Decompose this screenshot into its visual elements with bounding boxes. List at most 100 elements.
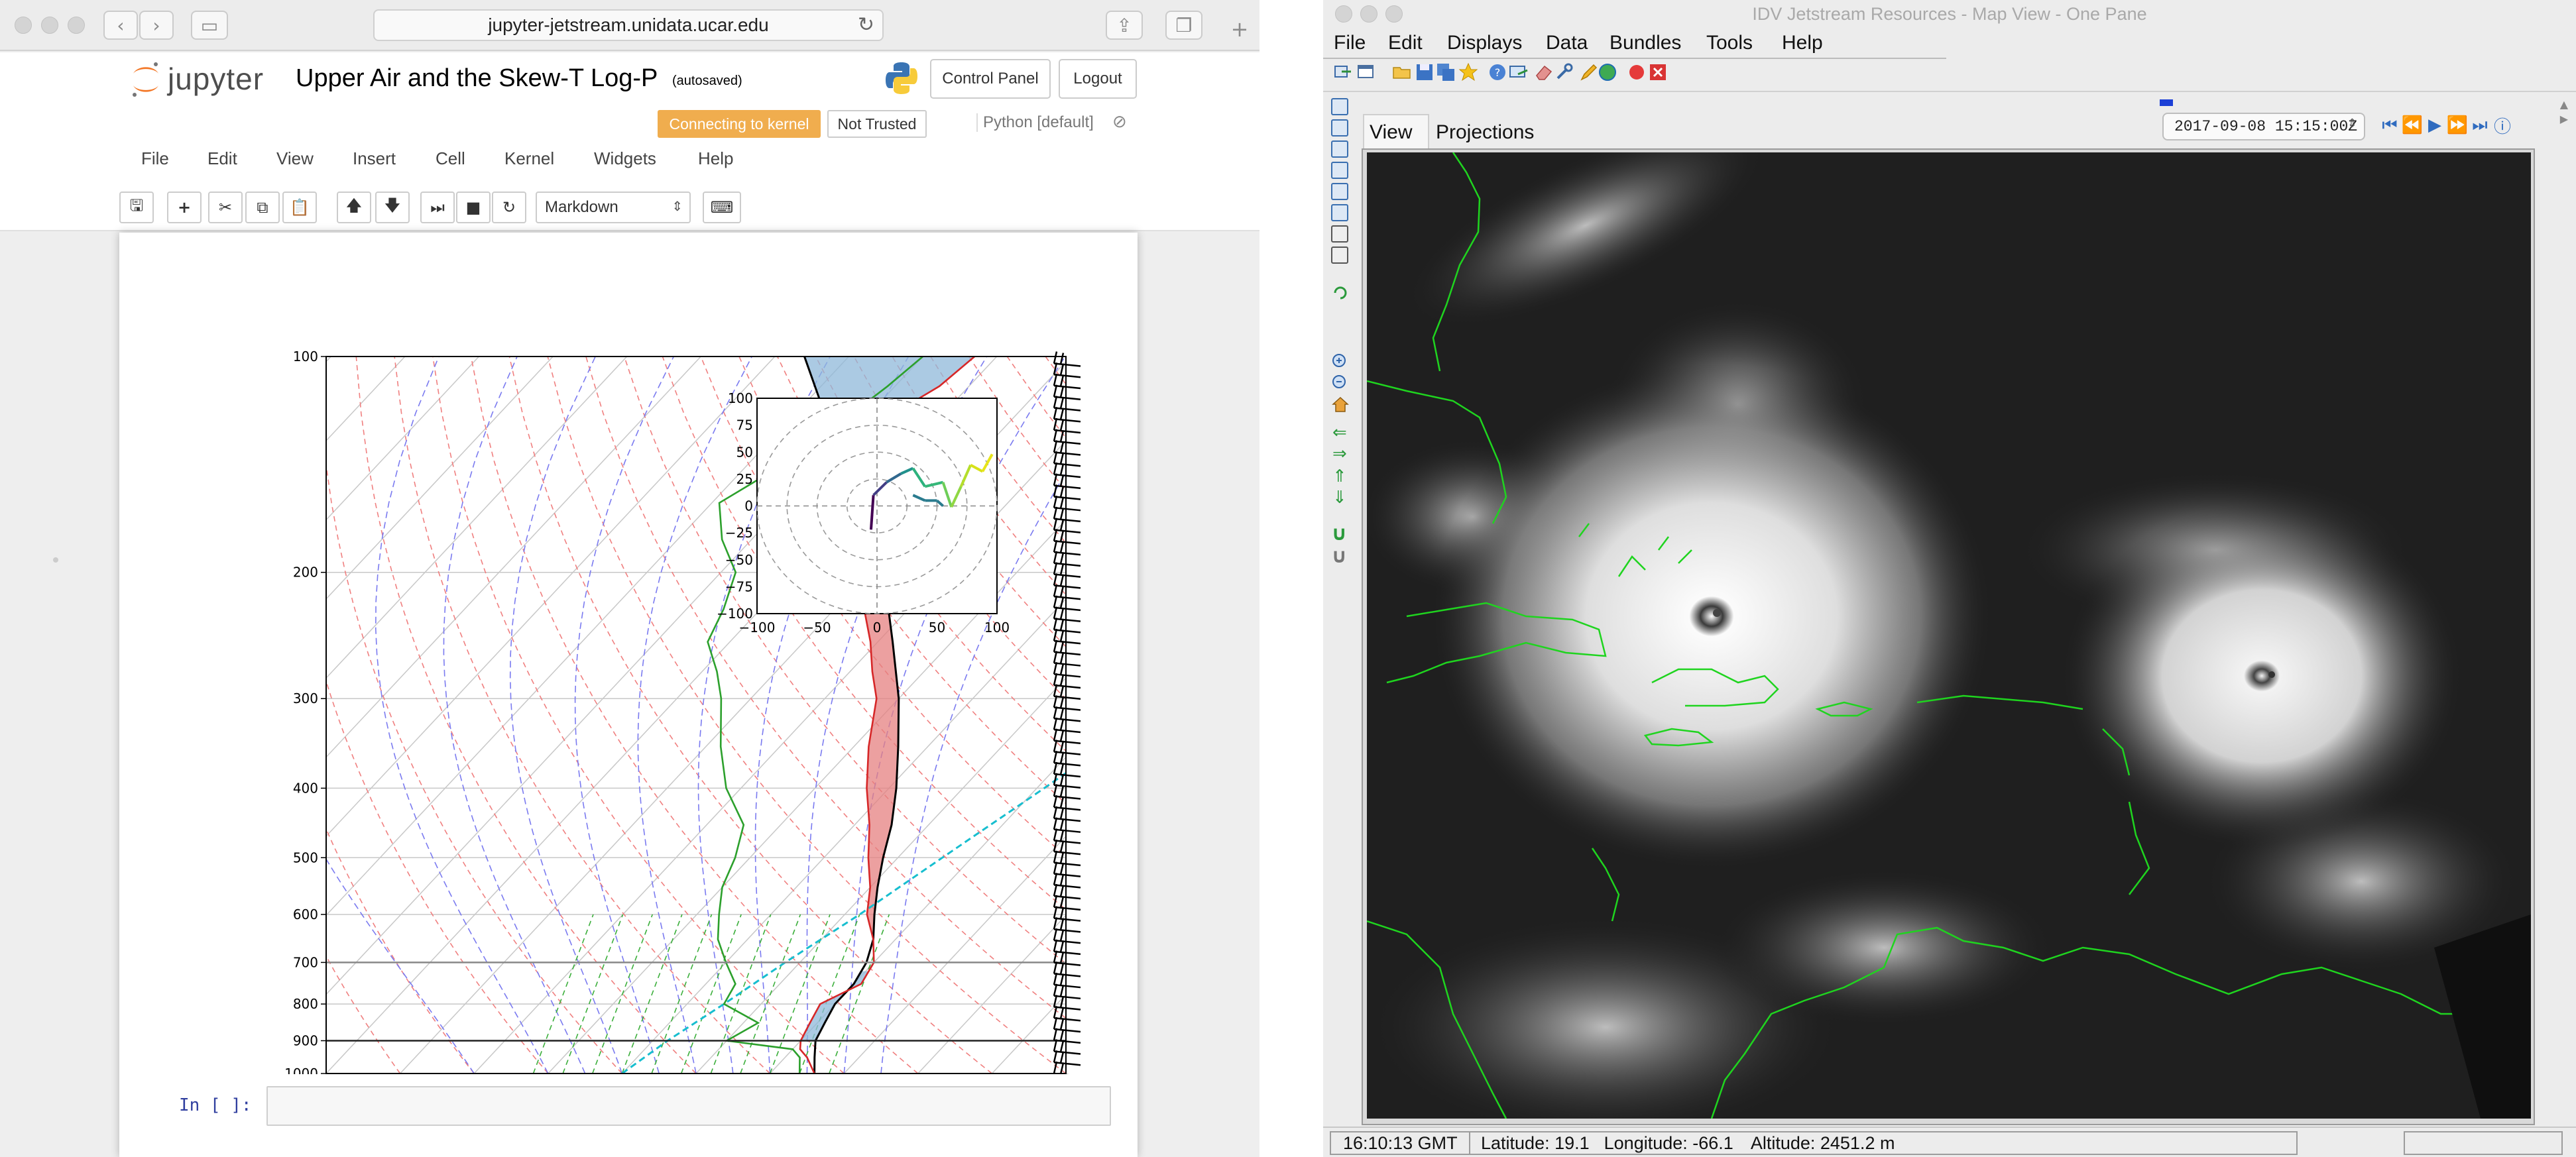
pan-right-icon[interactable]: ⇒ [1332,444,1347,464]
record-icon[interactable] [1627,62,1647,82]
play-button[interactable]: ▶ [2425,115,2445,135]
favorite-star-icon[interactable] [1458,62,1478,82]
scroll-up-icon[interactable]: ▲ [2560,98,2568,111]
share-button[interactable]: ⇪ [1106,11,1143,40]
menu-cell[interactable]: Cell [436,148,465,169]
cell-type-select[interactable]: Markdown ⇕ [536,192,691,223]
idv-menu-tools[interactable]: Tools [1706,32,1753,54]
pencil-icon[interactable] [1579,62,1599,82]
y-tick-label: 500 [293,850,318,865]
restart-button[interactable]: ↻ [492,192,526,223]
run-button[interactable]: ⏭ [420,192,455,223]
control-panel-button[interactable]: Control Panel [930,59,1051,99]
time-select[interactable]: 2017-09-08 15:15:00Z ⇕ [2162,113,2365,140]
satellite-map[interactable] [1367,152,2531,1119]
globe-icon[interactable] [1598,62,1617,82]
arrow-up-icon: 🡅 [345,195,363,215]
new-display-icon[interactable] [1356,62,1376,82]
url-bar[interactable]: jupyter-jetstream.unidata.ucar.edu ↻ [373,9,884,41]
y-tick-label: 200 [293,565,318,580]
move-up-button[interactable]: 🡅 [337,192,371,223]
view-icon-3[interactable] [1331,140,1348,158]
save-as-icon[interactable] [1436,62,1456,82]
view-icon-1[interactable] [1331,98,1348,115]
pan-up-icon[interactable]: ⇑ [1332,467,1347,486]
idv-menu-file[interactable]: File [1334,32,1366,54]
hodograph-y-label: −50 [725,552,753,568]
code-cell-input[interactable] [266,1086,1111,1126]
idv-menu-displays[interactable]: Displays [1447,32,1522,54]
reload-icon[interactable]: ↻ [858,13,874,36]
tab-view[interactable]: View [1370,121,1412,144]
data-source-icon[interactable] [1509,62,1529,82]
eraser-icon[interactable] [1534,62,1554,82]
time-marker [2160,99,2173,106]
menu-edit[interactable]: Edit [207,148,237,169]
view-icon-7[interactable] [1331,225,1348,243]
step-back-button[interactable]: ⏪ [2402,115,2423,135]
jupyter-logo[interactable]: jupyter [131,59,264,99]
notebook-title[interactable]: Upper Air and the Skew-T Log-P [296,64,658,93]
logout-button[interactable]: Logout [1059,59,1137,99]
redo-icon[interactable]: ∪ [1331,545,1347,568]
tabs-overview-button[interactable]: ❐ [1165,11,1202,40]
idv-menu-bundles[interactable]: Bundles [1610,32,1681,54]
menu-help[interactable]: Help [698,148,733,169]
new-tab-button[interactable]: + [1226,16,1253,42]
keyboard-icon: ⌨ [710,198,734,217]
menu-file[interactable]: File [141,148,169,169]
view-icon-2[interactable] [1331,119,1348,137]
rotate-icon[interactable] [1332,285,1348,301]
close-window-button[interactable] [15,17,32,34]
insert-cell-button[interactable]: + [167,192,202,223]
cut-button[interactable]: ✂ [208,192,243,223]
view-icon-6[interactable] [1331,204,1348,221]
save-icon[interactable] [1415,62,1434,82]
kernel-name: Python [default] [976,113,1094,132]
view-icon-5[interactable] [1331,183,1348,200]
info-icon[interactable]: ⓘ [2492,115,2512,137]
tab-projections[interactable]: Projections [1436,121,1534,144]
refresh-icon: ↻ [502,198,516,217]
paste-button[interactable]: 📋 [282,192,317,223]
home-icon[interactable] [1331,395,1350,413]
step-forward-button[interactable]: ⏩ [2447,115,2468,135]
command-palette-button[interactable]: ⌨ [703,192,741,223]
y-tick-label: 900 [293,1032,318,1048]
back-button[interactable]: ‹ [103,11,138,40]
menu-kernel[interactable]: Kernel [504,148,554,169]
close-display-icon[interactable] [1648,62,1668,82]
zoom-window-button[interactable] [68,17,85,34]
minimize-window-button[interactable] [41,17,58,34]
menu-insert[interactable]: Insert [353,148,396,169]
sidebar-toggle-button[interactable]: ▭ [191,11,228,40]
idv-menu-edit[interactable]: Edit [1388,32,1423,54]
save-button[interactable]: 🖫 [119,192,154,223]
tools-icon[interactable] [1554,62,1574,82]
idv-menu-help[interactable]: Help [1782,32,1823,54]
open-folder-icon[interactable] [1392,62,1412,82]
first-frame-button[interactable]: ⏮ [2380,115,2400,135]
zoom-out-icon[interactable] [1331,374,1350,392]
last-frame-button[interactable]: ⏭ [2470,115,2490,135]
zoom-in-icon[interactable] [1331,353,1350,371]
view-icon-8[interactable] [1331,247,1348,264]
trust-status-button[interactable]: Not Trusted [827,110,927,138]
pan-down-icon[interactable]: ⇓ [1332,488,1347,508]
view-icon-4[interactable] [1331,162,1348,179]
move-down-button[interactable]: 🡇 [375,192,410,223]
isotherm-line [1065,1072,1066,1074]
copy-button[interactable]: ⧉ [245,192,280,223]
help-icon[interactable]: ? [1488,62,1507,82]
interrupt-button[interactable]: ■ [456,192,491,223]
pan-left-icon[interactable]: ⇐ [1332,423,1347,443]
menu-widgets[interactable]: Widgets [594,148,656,169]
menu-view[interactable]: View [276,148,314,169]
scroll-right-icon[interactable]: ▶ [2560,113,2568,125]
save-status: (autosaved) [672,74,742,88]
idv-menu-data[interactable]: Data [1546,32,1588,54]
kernel-status-badge: Connecting to kernel [658,110,821,138]
forward-button[interactable]: › [139,11,174,40]
undo-icon[interactable]: ∪ [1331,522,1347,545]
data-chooser-icon[interactable] [1334,62,1354,82]
